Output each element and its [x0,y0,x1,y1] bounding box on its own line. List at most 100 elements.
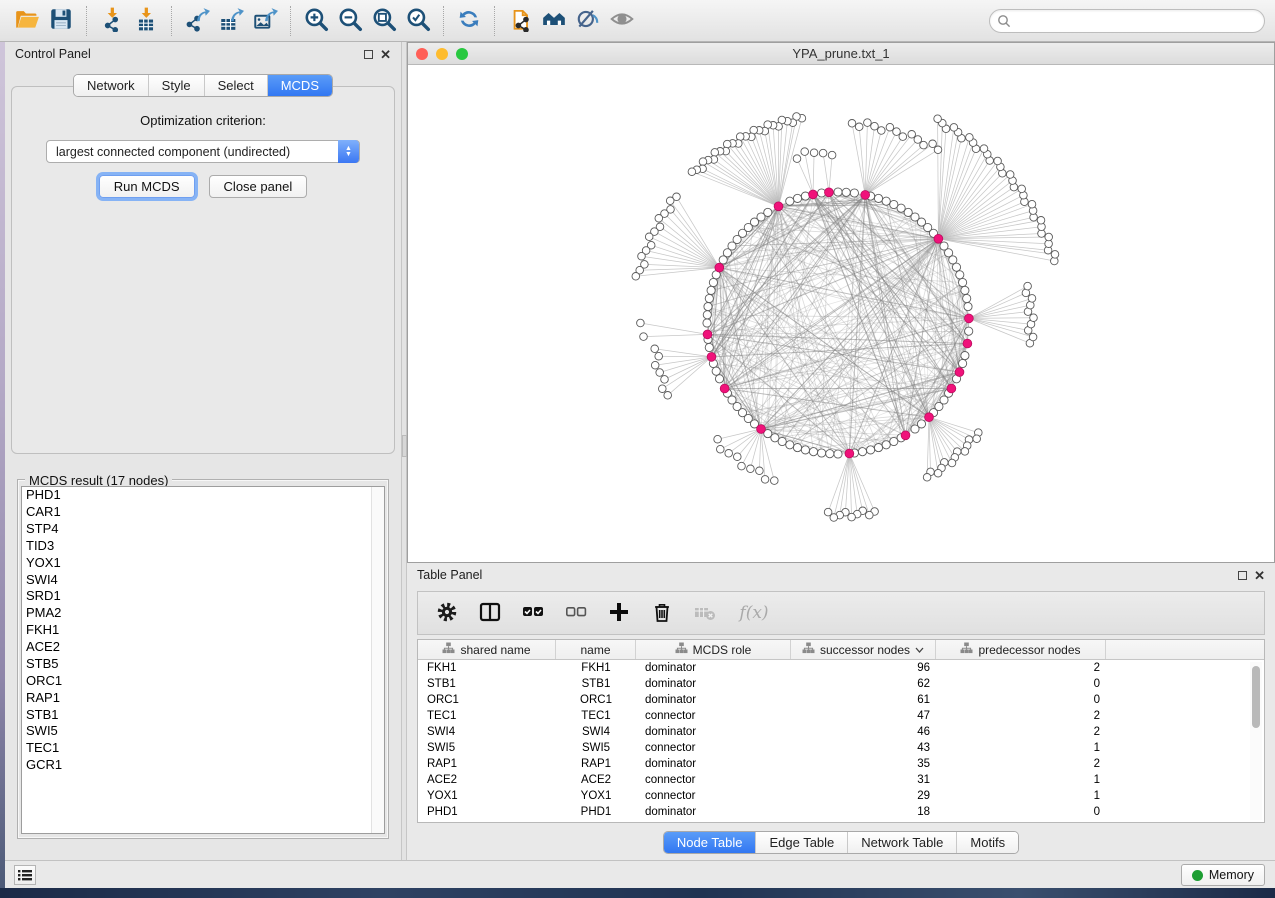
table-row[interactable]: TEC1TEC1connector472 [418,708,1264,724]
memory-button[interactable]: Memory [1181,864,1265,886]
cell-name: STB1 [556,678,636,690]
tab-network[interactable]: Network [74,75,148,96]
select-all-button[interactable] [520,600,546,626]
table-tabbar: Node TableEdge TableNetwork TableMotifs [663,831,1019,854]
cell-predecessor-nodes: 2 [936,726,1106,738]
hide-eye-button[interactable] [571,5,605,37]
home-networks-icon [541,6,567,35]
column-header-predecessor-nodes[interactable]: predecessor nodes [936,640,1106,659]
add-column-button[interactable] [606,600,632,626]
network-canvas[interactable] [408,65,1274,562]
zoom-in-button[interactable] [299,5,333,37]
mcds-result-item[interactable]: GCR1 [22,757,384,774]
deselect-all-button[interactable] [563,600,589,626]
select-stepper-icon: ▲▼ [338,140,359,163]
search-input[interactable] [989,9,1265,33]
tab-edge-table[interactable]: Edge Table [755,832,847,853]
cell-shared-name: TEC1 [418,710,556,722]
mcds-result-item[interactable]: ACE2 [22,639,384,656]
refresh-button[interactable] [452,5,486,37]
import-network-button[interactable] [95,5,129,37]
column-header-successor-nodes[interactable]: successor nodes [791,640,936,659]
toolbar-separator [171,6,172,36]
mcds-result-item[interactable]: STB1 [22,706,384,723]
column-header-MCDS-role[interactable]: MCDS role [636,640,791,659]
table-row[interactable]: SWI5SWI5connector431 [418,740,1264,756]
tab-motifs[interactable]: Motifs [956,832,1018,853]
float-table-panel-icon[interactable] [1238,571,1247,580]
zoom-fit-button[interactable] [367,5,401,37]
table-row[interactable]: RAP1RAP1dominator352 [418,756,1264,772]
home-networks-button[interactable] [537,5,571,37]
export-table-button[interactable] [214,5,248,37]
cell-shared-name: PHD1 [418,806,556,818]
save-session-button[interactable] [44,5,78,37]
column-header-name[interactable]: name [556,640,636,659]
show-eye-icon [609,6,635,35]
settings-gear-button[interactable] [434,600,460,626]
table-row[interactable]: ORC1ORC1dominator610 [418,692,1264,708]
hierarchy-icon [675,642,688,657]
mcds-result-item[interactable]: SWI5 [22,723,384,740]
zoom-out-button[interactable] [333,5,367,37]
export-image-button[interactable] [248,5,282,37]
column-header-shared-name[interactable]: shared name [418,640,556,659]
mcds-result-item[interactable]: TEC1 [22,740,384,757]
mcds-result-item[interactable]: STB5 [22,656,384,673]
mcds-result-item[interactable]: PMA2 [22,605,384,622]
cell-name: PHD1 [556,806,636,818]
tab-mcds[interactable]: MCDS [267,75,332,96]
delete-column-button[interactable] [649,600,675,626]
cell-MCDS-role: dominator [636,678,791,690]
mcds-result-item[interactable]: SRD1 [22,588,384,605]
cell-predecessor-nodes: 0 [936,678,1106,690]
table-row[interactable]: FKH1FKH1dominator962 [418,660,1264,676]
cell-shared-name: YOX1 [418,790,556,802]
table-scrollbar[interactable] [1250,662,1262,820]
cell-name: RAP1 [556,758,636,770]
mcds-result-scrollbar[interactable] [371,487,384,833]
show-eye-button[interactable] [605,5,639,37]
cell-shared-name: STB1 [418,678,556,690]
table-row[interactable]: ACE2ACE2connector311 [418,772,1264,788]
mcds-result-item[interactable]: PHD1 [22,487,384,504]
table-row[interactable]: YOX1YOX1connector291 [418,788,1264,804]
close-table-panel-icon[interactable]: ✕ [1254,571,1265,580]
table-row[interactable]: PHD1PHD1dominator180 [418,804,1264,820]
mcds-result-item[interactable]: STP4 [22,521,384,538]
mcds-result-item[interactable]: CAR1 [22,504,384,521]
float-panel-icon[interactable] [364,50,373,59]
run-mcds-button[interactable]: Run MCDS [99,175,195,198]
mcds-result-item[interactable]: TID3 [22,538,384,555]
tab-select[interactable]: Select [204,75,267,96]
tab-network-table[interactable]: Network Table [847,832,956,853]
toolbar-separator [290,6,291,36]
export-network-button[interactable] [180,5,214,37]
delete-table-icon [693,600,717,627]
network-graph[interactable] [408,65,1274,562]
table-row[interactable]: SWI4SWI4dominator462 [418,724,1264,740]
mcds-result-item[interactable]: RAP1 [22,690,384,707]
mcds-result-item[interactable]: YOX1 [22,555,384,572]
share-document-button[interactable] [503,5,537,37]
split-panel-button[interactable] [477,600,503,626]
mcds-result-item[interactable]: FKH1 [22,622,384,639]
tab-node-table[interactable]: Node Table [664,832,756,853]
criterion-select[interactable]: largest connected component (undirected)… [46,140,360,163]
import-table-button[interactable] [129,5,163,37]
table-row[interactable]: STB1STB1dominator620 [418,676,1264,692]
tab-style[interactable]: Style [148,75,204,96]
status-bar: Memory [5,860,1275,888]
network-window-titlebar[interactable]: YPA_prune.txt_1 [408,43,1274,65]
cell-shared-name: ACE2 [418,774,556,786]
cell-MCDS-role: dominator [636,694,791,706]
function-builder-button: f(x) [735,600,773,626]
mcds-result-item[interactable]: ORC1 [22,673,384,690]
open-session-button[interactable] [10,5,44,37]
mcds-result-list[interactable]: PHD1CAR1STP4TID3YOX1SWI4SRD1PMA2FKH1ACE2… [21,486,385,834]
close-panel-button[interactable]: Close panel [209,175,308,198]
zoom-selected-button[interactable] [401,5,435,37]
task-history-button[interactable] [14,865,36,885]
close-panel-icon[interactable]: ✕ [380,50,391,59]
mcds-result-item[interactable]: SWI4 [22,571,384,588]
